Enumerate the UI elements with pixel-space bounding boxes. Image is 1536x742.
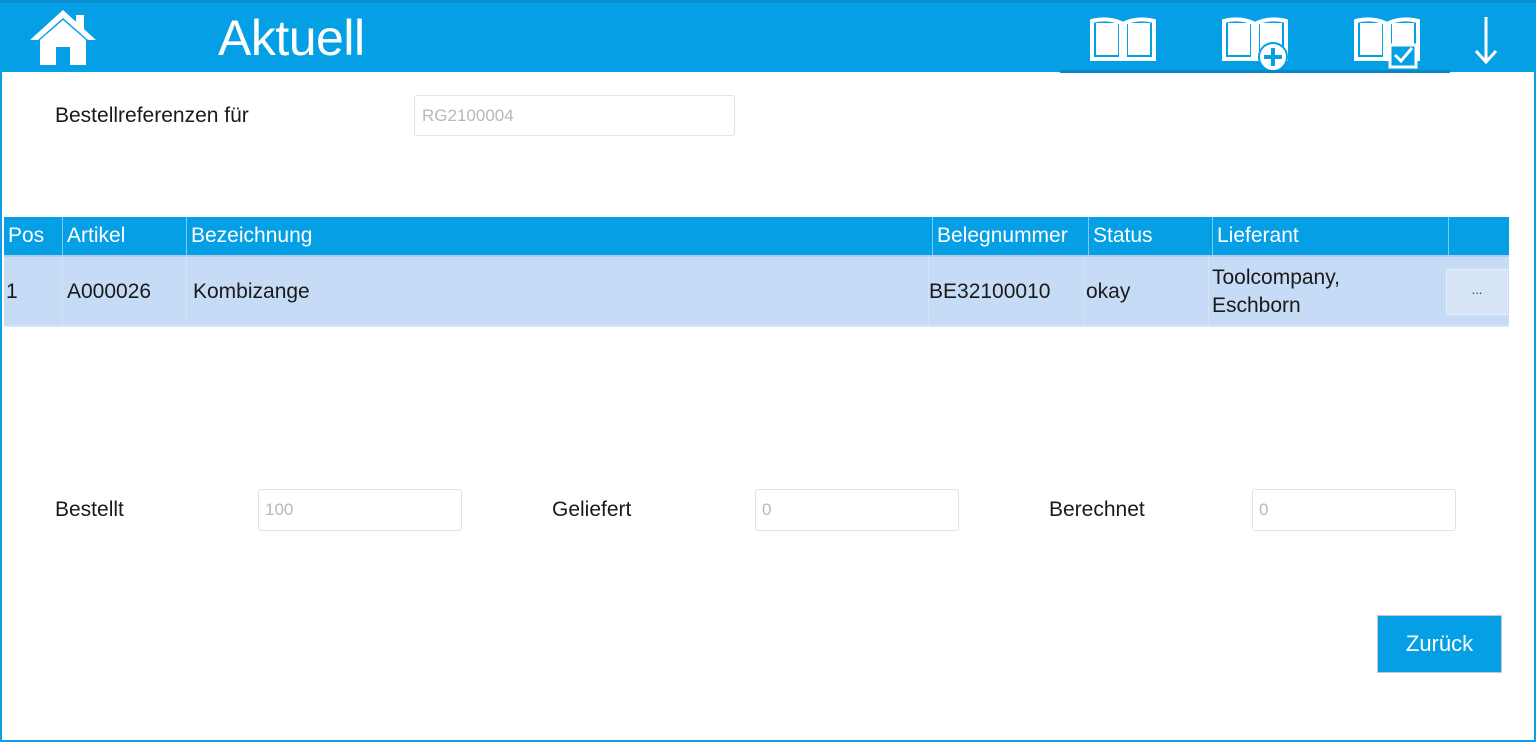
table-header: Pos Artikel Bezeichnung Belegnummer Stat… (4, 217, 1509, 255)
column-header-lieferant[interactable]: Lieferant (1212, 217, 1448, 255)
cell-bezeichnung: Kombizange (186, 257, 928, 327)
column-header-bezeichnung[interactable]: Bezeichnung (186, 217, 932, 255)
table-row[interactable]: 1 A000026 Kombizange BE32100010 okay Too… (4, 255, 1509, 327)
lieferant-name: Toolcompany, (1212, 266, 1341, 289)
book-open-icon (1090, 17, 1156, 61)
berechnet-label: Berechnet (1049, 498, 1145, 521)
column-header-status[interactable]: Status (1088, 217, 1212, 255)
bestellt-label: Bestellt (55, 498, 124, 521)
geliefert-label: Geliefert (552, 498, 632, 521)
book-add-icon (1222, 17, 1288, 72)
add-book-button[interactable] (1220, 13, 1290, 72)
back-button[interactable]: Zurück (1377, 615, 1502, 673)
reference-label: Bestellreferenzen für (55, 104, 249, 127)
cell-lieferant: Toolcompany, Eschborn (1208, 257, 1446, 327)
cell-artikel: A000026 (62, 257, 186, 327)
column-header-pos[interactable]: Pos (4, 217, 62, 255)
geliefert-input[interactable] (755, 489, 959, 531)
home-icon (30, 10, 96, 65)
toolbar-underline (1060, 70, 1450, 73)
open-book-button[interactable] (1088, 13, 1158, 69)
cell-belegnummer: BE32100010 (928, 257, 1084, 327)
bestellt-input[interactable] (258, 489, 462, 531)
header-bar: Aktuell (0, 0, 1536, 72)
arrow-down-icon (1474, 17, 1498, 65)
reference-input[interactable] (414, 95, 735, 136)
check-book-button[interactable] (1352, 13, 1422, 69)
column-header-belegnummer[interactable]: Belegnummer (932, 217, 1088, 255)
book-check-icon (1354, 17, 1420, 69)
page-title: Aktuell (218, 10, 365, 66)
cell-status: okay (1084, 257, 1208, 327)
home-button[interactable] (28, 7, 98, 69)
row-details-button[interactable]: ... (1446, 269, 1508, 315)
cell-pos: 1 (6, 280, 18, 303)
berechnet-input[interactable] (1252, 489, 1456, 531)
column-header-actions (1448, 217, 1509, 255)
lieferant-city: Eschborn (1212, 294, 1301, 317)
column-header-artikel[interactable]: Artikel (62, 217, 186, 255)
download-button[interactable] (1466, 13, 1506, 69)
order-references-table: Pos Artikel Bezeichnung Belegnummer Stat… (4, 217, 1509, 327)
